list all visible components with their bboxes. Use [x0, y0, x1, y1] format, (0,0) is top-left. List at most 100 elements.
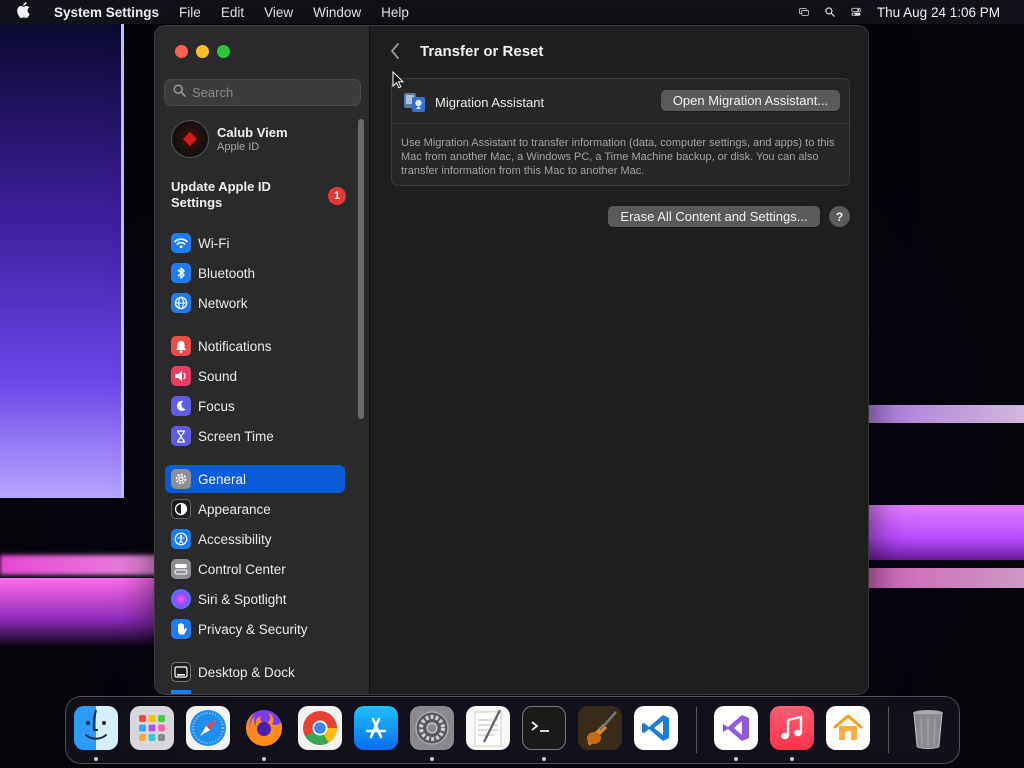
- app-store-icon[interactable]: [354, 706, 398, 750]
- menu-help[interactable]: Help: [371, 5, 419, 20]
- menu-file[interactable]: File: [169, 5, 211, 20]
- migration-description: Use Migration Assistant to transfer info…: [401, 137, 835, 177]
- help-button[interactable]: ?: [829, 206, 850, 227]
- sidebar-item-partial: [165, 690, 345, 694]
- system-settings-icon[interactable]: [410, 706, 454, 750]
- music-icon[interactable]: [770, 706, 814, 750]
- terminal-icon[interactable]: [522, 706, 566, 750]
- window-controls: [175, 45, 230, 58]
- sidebar-item-privacy-security[interactable]: Privacy & Security: [165, 615, 345, 643]
- running-indicator: [542, 757, 546, 761]
- sidebar-item-label: Sound: [198, 368, 238, 384]
- visual-studio-icon[interactable]: [714, 706, 758, 750]
- chevron-left-icon: [391, 43, 399, 59]
- menu-view[interactable]: View: [254, 5, 303, 20]
- avatar: [171, 120, 209, 158]
- siri-icon: [171, 589, 191, 609]
- chrome-icon[interactable]: [298, 706, 342, 750]
- wallpaper-shape: [864, 505, 1024, 560]
- sidebar-item-label: Network: [198, 295, 248, 311]
- sidebar-item-wifi[interactable]: Wi-Fi: [165, 229, 345, 257]
- sidebar-item-control-center[interactable]: Control Center: [165, 555, 345, 583]
- erase-all-content-button[interactable]: Erase All Content and Settings...: [608, 206, 820, 227]
- sidebar-item-label: Desktop & Dock: [198, 664, 295, 680]
- sidebar-item-accessibility[interactable]: Accessibility: [165, 525, 345, 553]
- moon-icon: [171, 396, 191, 416]
- sidebar-item-label: Appearance: [198, 501, 271, 517]
- gear-icon: [171, 469, 191, 489]
- menu-app-name[interactable]: System Settings: [42, 5, 169, 20]
- hand-icon: [171, 619, 191, 639]
- spotlight-search-icon[interactable]: [819, 4, 841, 20]
- sidebar-item-siri-spotlight[interactable]: Siri & Spotlight: [165, 585, 345, 613]
- minimize-button[interactable]: [196, 45, 209, 58]
- running-indicator: [430, 757, 434, 761]
- dock-separator: [696, 707, 697, 753]
- system-settings-window: Calub Viem Apple ID Update Apple ID Sett…: [154, 25, 869, 695]
- sidebar-item-label: Notifications: [198, 338, 272, 354]
- menu-window[interactable]: Window: [303, 5, 371, 20]
- wallpaper-shape: [0, 555, 160, 575]
- menu-edit[interactable]: Edit: [211, 5, 254, 20]
- sidebar-item-appearance[interactable]: Appearance: [165, 495, 345, 523]
- screen-mirroring-icon[interactable]: [793, 4, 815, 20]
- sidebar-item-label: Bluetooth: [198, 265, 256, 281]
- running-indicator: [262, 757, 266, 761]
- sidebar-item-sound[interactable]: Sound: [165, 362, 345, 390]
- content-pane: Transfer or Reset Migration Assistant Op…: [371, 26, 868, 694]
- account-subtitle: Apple ID: [217, 141, 260, 153]
- open-migration-assistant-button[interactable]: Open Migration Assistant...: [661, 90, 840, 111]
- control-center-icon: [171, 559, 191, 579]
- update-apple-id-item[interactable]: Update Apple ID Settings 1: [171, 179, 346, 211]
- sidebar-item-network[interactable]: Network: [165, 289, 345, 317]
- sidebar-item-label: Focus: [198, 398, 235, 414]
- launchpad-icon[interactable]: [130, 706, 174, 750]
- migration-assistant-label: Migration Assistant: [435, 95, 545, 110]
- bell-icon: [171, 336, 191, 356]
- control-center-icon[interactable]: [845, 4, 867, 20]
- display-icon: [171, 690, 191, 694]
- appearance-icon: [171, 499, 191, 519]
- apple-id-account[interactable]: Calub Viem Apple ID: [171, 120, 288, 158]
- finder-icon[interactable]: [74, 706, 118, 750]
- trash-icon[interactable]: [906, 706, 950, 750]
- notification-badge: 1: [328, 187, 346, 205]
- wallpaper-shape: [0, 578, 160, 648]
- dock: [65, 696, 960, 764]
- sidebar-item-label: Siri & Spotlight: [198, 591, 287, 607]
- running-indicator: [734, 757, 738, 761]
- menu-clock[interactable]: Thu Aug 24 1:06 PM: [871, 5, 1006, 20]
- sidebar-item-notifications[interactable]: Notifications: [165, 332, 345, 360]
- hourglass-icon: [171, 426, 191, 446]
- safari-icon[interactable]: [186, 706, 230, 750]
- sidebar-item-screen-time[interactable]: Screen Time: [165, 422, 345, 450]
- sidebar-item-desktop-dock[interactable]: Desktop & Dock: [165, 658, 345, 686]
- sidebar-item-focus[interactable]: Focus: [165, 392, 345, 420]
- dock-separator: [888, 707, 889, 753]
- home-icon[interactable]: [826, 706, 870, 750]
- dock-icon: [171, 662, 191, 682]
- vscode-icon[interactable]: [634, 706, 678, 750]
- close-button[interactable]: [175, 45, 188, 58]
- sidebar-item-label: Screen Time: [198, 428, 274, 444]
- wallpaper-shape: [0, 24, 124, 498]
- page-title: Transfer or Reset: [420, 43, 544, 60]
- textedit-icon[interactable]: [466, 706, 510, 750]
- back-button[interactable]: [389, 42, 405, 62]
- sidebar-item-bluetooth[interactable]: Bluetooth: [165, 259, 345, 287]
- search-field[interactable]: [164, 79, 361, 106]
- migration-assistant-icon: [402, 90, 428, 114]
- firefox-icon[interactable]: [242, 706, 286, 750]
- zoom-button[interactable]: [217, 45, 230, 58]
- update-apple-id-label: Update Apple ID Settings: [171, 179, 271, 210]
- search-input[interactable]: [192, 85, 352, 100]
- wallpaper-shape: [864, 568, 1024, 588]
- sidebar-item-label: General: [198, 471, 247, 487]
- search-icon: [173, 83, 186, 102]
- sidebar-scrollbar[interactable]: [358, 119, 364, 419]
- garageband-icon[interactable]: [578, 706, 622, 750]
- running-indicator: [94, 757, 98, 761]
- apple-menu-icon[interactable]: [16, 2, 42, 22]
- wallpaper-shape: [864, 405, 1024, 423]
- sidebar-item-general[interactable]: General: [165, 465, 345, 493]
